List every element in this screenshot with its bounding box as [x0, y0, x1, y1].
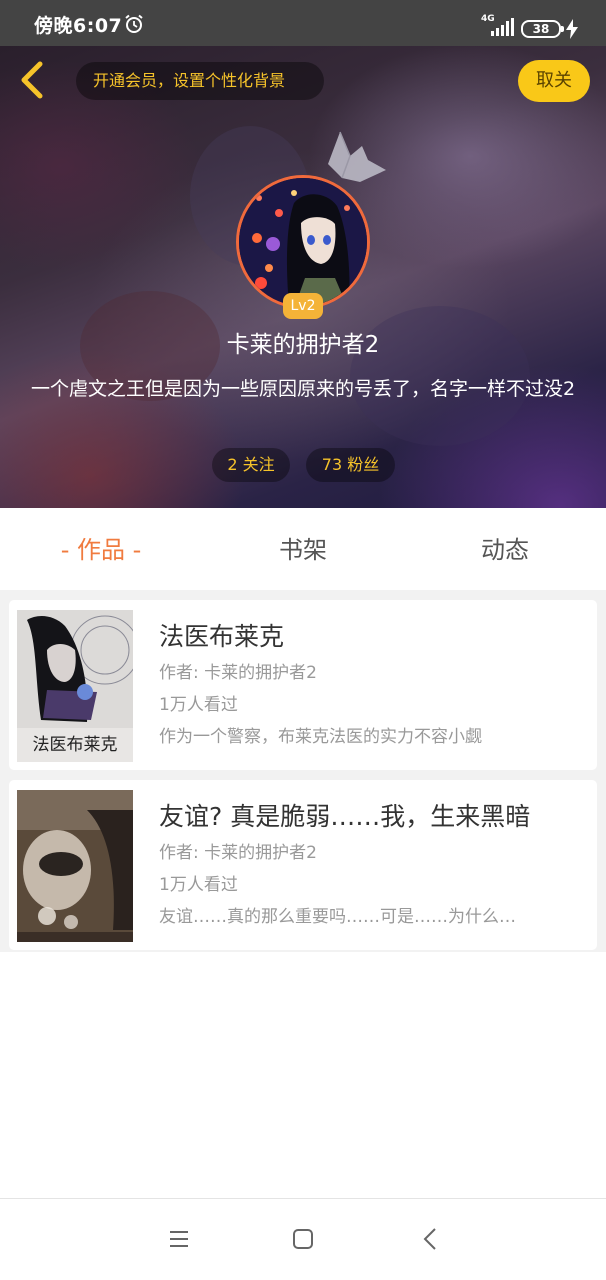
works-list: 法医布莱克 法医布莱克 作者: 卡莱的拥护者2 1万人看过 作为一个警察，布莱克…	[0, 590, 606, 952]
user-bio: 一个虐文之王但是因为一些原因原来的号丢了，名字一样不过没2	[30, 378, 576, 400]
signal-icon	[491, 18, 514, 36]
book-cover-image: 法医布莱克	[17, 610, 133, 762]
book-title: 友谊? 真是脆弱……我，生来黑暗	[159, 802, 531, 831]
home-square-icon[interactable]	[289, 1225, 317, 1253]
back-triangle-icon[interactable]	[417, 1225, 445, 1253]
menu-icon[interactable]	[165, 1225, 193, 1253]
book-author: 作者: 卡莱的拥护者2	[159, 663, 317, 683]
battery-level: 38	[532, 22, 550, 36]
back-chevron-icon[interactable]	[12, 58, 52, 102]
following-count-button[interactable]: 2 关注	[212, 448, 290, 482]
book-author: 作者: 卡莱的拥护者2	[159, 843, 317, 863]
level-badge: Lv2	[283, 293, 323, 319]
battery-icon: 38	[521, 20, 564, 38]
book-item[interactable]: 法医布莱克 法医布莱克 作者: 卡莱的拥护者2 1万人看过 作为一个警察，布莱克…	[9, 600, 597, 770]
system-nav-bar	[0, 1198, 606, 1280]
unfollow-button[interactable]: 取关	[518, 60, 590, 102]
book-views: 1万人看过	[159, 695, 238, 715]
book-description: 作为一个警察，布莱克法医的实力不容小觑	[159, 727, 482, 747]
avatar-image	[239, 178, 367, 306]
book-cover-image	[17, 790, 133, 942]
status-time: 傍晚6:07	[34, 15, 123, 37]
tab-activity[interactable]: 动态	[404, 508, 606, 590]
status-bar: 傍晚6:07 4G 38	[0, 0, 606, 46]
alarm-icon	[125, 14, 143, 33]
fans-count-button[interactable]: 73 粉丝	[306, 448, 395, 482]
username: 卡莱的拥护者2	[226, 332, 380, 358]
book-cover: 法医布莱克	[17, 610, 133, 762]
avatar[interactable]	[236, 175, 370, 309]
vip-background-prompt[interactable]: 开通会员，设置个性化背景	[76, 62, 324, 100]
book-cover	[17, 790, 133, 942]
charge-icon	[566, 19, 578, 39]
book-title: 法医布莱克	[159, 622, 285, 651]
book-views: 1万人看过	[159, 875, 238, 895]
book-item[interactable]: 友谊? 真是脆弱……我，生来黑暗 作者: 卡莱的拥护者2 1万人看过 友谊……真…	[9, 780, 597, 950]
book-description: 友谊……真的那么重要吗……可是……为什么…	[159, 907, 516, 927]
book-cover-title: 法医布莱克	[33, 735, 118, 755]
tab-bookshelf[interactable]: 书架	[202, 508, 404, 590]
tab-works[interactable]: - 作品 -	[0, 508, 202, 590]
profile-tabs: - 作品 - 书架 动态	[0, 508, 606, 590]
